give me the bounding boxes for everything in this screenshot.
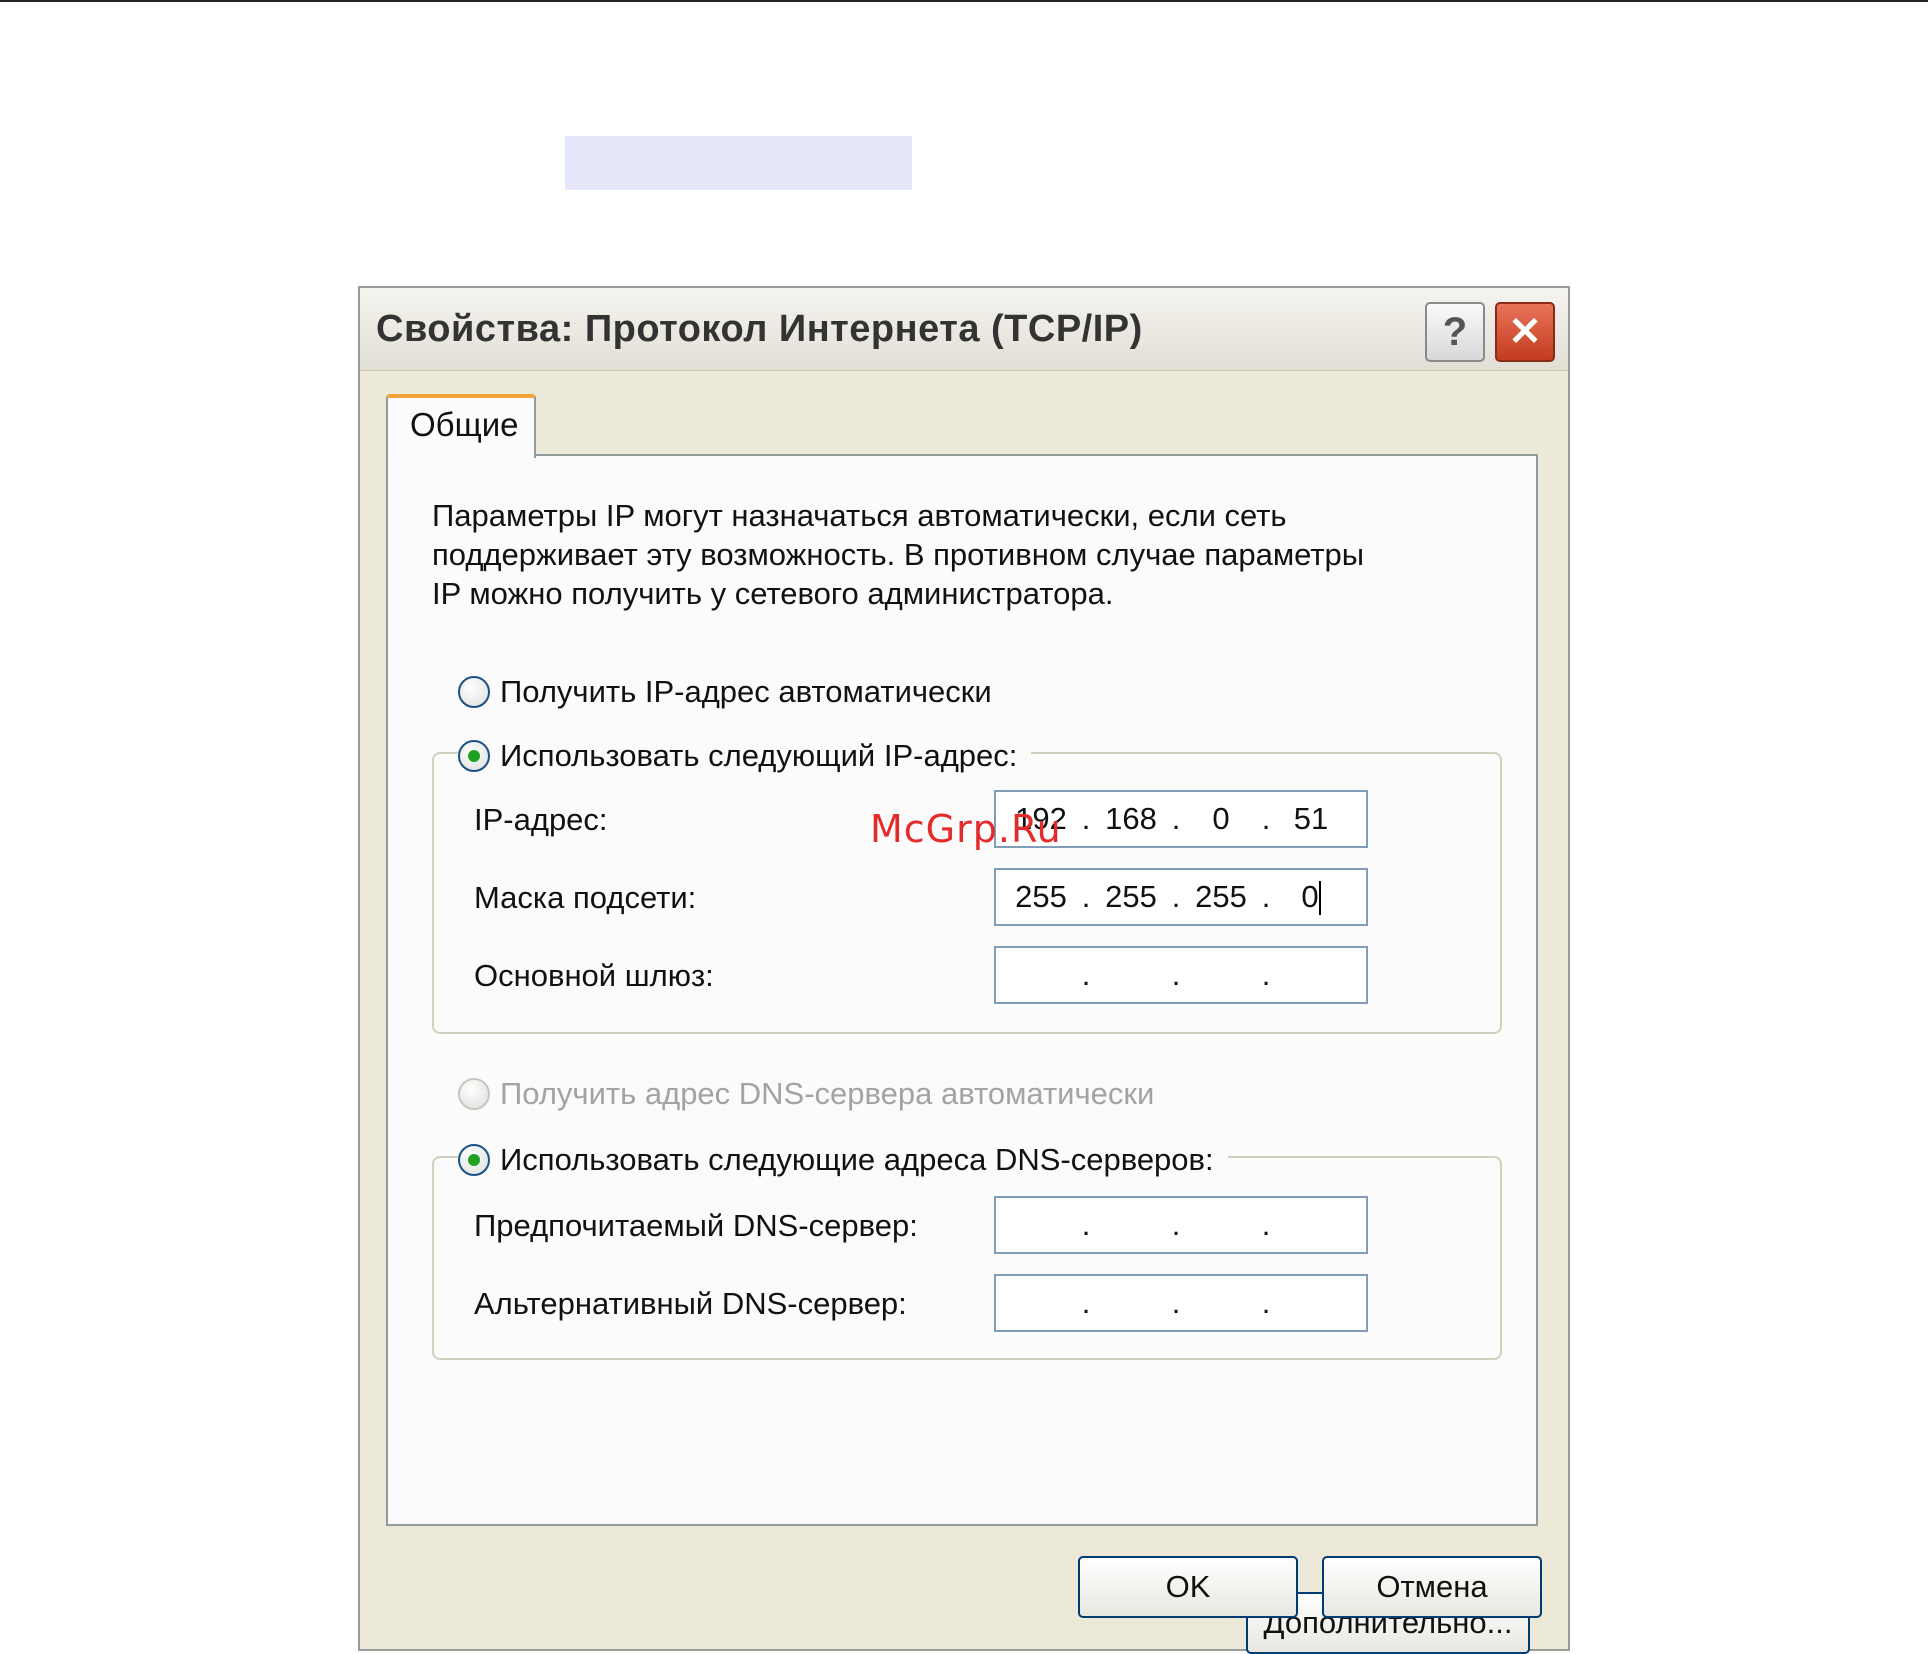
octet: 0 (1212, 801, 1230, 836)
radio-ip-manual[interactable]: Использовать следующий IP-адрес: (458, 738, 1032, 774)
octet-separator: . (1081, 879, 1091, 914)
octet-with-caret: 0 (1280, 879, 1342, 916)
highlight-box (565, 136, 912, 190)
octet-separator: . (1171, 879, 1181, 914)
octet-separator: . (1081, 957, 1091, 992)
radio-checked-icon (458, 1144, 490, 1176)
octet-separator: . (1081, 1207, 1091, 1242)
intro-text: Параметры IP могут назначаться автоматич… (432, 496, 1512, 613)
octet: 255 (1195, 879, 1247, 914)
octet-separator: . (1261, 957, 1271, 992)
octet-separator: . (1081, 801, 1091, 836)
radio-dns-manual[interactable]: Использовать следующие адреса DNS-сервер… (458, 1142, 1228, 1178)
ip-address-group: IP-адрес: 192 . 168 . 0 . 51 Маска подсе… (432, 752, 1502, 1034)
octet: 0 (1301, 878, 1319, 914)
window-title: Свойства: Протокол Интернета (TCP/IP) (376, 308, 1143, 350)
radio-dns-auto-label: Получить адрес DNS-сервера автоматически (500, 1076, 1155, 1111)
radio-ip-manual-label: Использовать следующий IP-адрес: (500, 738, 1018, 773)
page-top-rule (0, 0, 1928, 2)
octet-separator: . (1261, 1207, 1271, 1242)
preferred-dns-input[interactable]: . . . (994, 1196, 1368, 1254)
octet-separator: . (1261, 879, 1271, 914)
subnet-mask-input[interactable]: 255 . 255 . 255 . 0 (994, 868, 1368, 926)
octet: 255 (1105, 879, 1157, 914)
radio-dns-manual-label: Использовать следующие адреса DNS-сервер… (500, 1142, 1214, 1177)
help-icon: ? (1442, 309, 1468, 354)
octet: 51 (1293, 801, 1329, 836)
octet-separator: . (1171, 801, 1181, 836)
intro-line: IP можно получить у сетевого администрат… (432, 576, 1114, 611)
dns-server-group: Предпочитаемый DNS-сервер: . . . Альтерн… (432, 1156, 1502, 1360)
ok-button[interactable]: OK (1078, 1556, 1298, 1618)
alternate-dns-input[interactable]: . . . (994, 1274, 1368, 1332)
radio-ip-auto[interactable]: Получить IP-адрес автоматически (458, 674, 1006, 710)
cancel-button[interactable]: Отмена (1322, 1556, 1542, 1618)
intro-line: поддерживает эту возможность. В противно… (432, 537, 1365, 572)
octet-separator: . (1171, 957, 1181, 992)
watermark: McGrp.Ru (870, 807, 1062, 851)
radio-circle-icon (458, 1078, 490, 1110)
octet-separator: . (1261, 1285, 1271, 1320)
ip-address-label: IP-адрес: (474, 802, 608, 837)
octet-separator: . (1171, 1207, 1181, 1242)
default-gateway-input[interactable]: . . . (994, 946, 1368, 1004)
octet: 168 (1105, 801, 1157, 836)
close-button[interactable]: ✕ (1495, 302, 1555, 362)
general-tab-panel: Параметры IP могут назначаться автоматич… (386, 454, 1538, 1654)
radio-ip-auto-label: Получить IP-адрес автоматически (500, 674, 992, 709)
text-caret (1318, 881, 1321, 916)
octet-separator: . (1081, 1285, 1091, 1320)
help-button[interactable]: ? (1425, 302, 1485, 362)
intro-line: Параметры IP могут назначаться автоматич… (432, 498, 1287, 533)
preferred-dns-label: Предпочитаемый DNS-сервер: (474, 1208, 918, 1243)
octet: 255 (1015, 879, 1067, 914)
tab-general[interactable]: Общие (386, 394, 536, 458)
octet-separator: . (1261, 801, 1271, 836)
title-bar: Свойства: Протокол Интернета (TCP/IP) ? … (360, 288, 1568, 371)
octet-separator: . (1171, 1285, 1181, 1320)
tcpip-properties-dialog: Свойства: Протокол Интернета (TCP/IP) ? … (358, 286, 1570, 1654)
subnet-mask-label: Маска подсети: (474, 880, 697, 915)
radio-dns-auto[interactable]: Получить адрес DNS-сервера автоматически (458, 1076, 1169, 1112)
alternate-dns-label: Альтернативный DNS-сервер: (474, 1286, 907, 1321)
radio-checked-icon (458, 740, 490, 772)
radio-circle-icon (458, 676, 490, 708)
close-icon: ✕ (1508, 310, 1542, 354)
default-gateway-label: Основной шлюз: (474, 958, 714, 993)
